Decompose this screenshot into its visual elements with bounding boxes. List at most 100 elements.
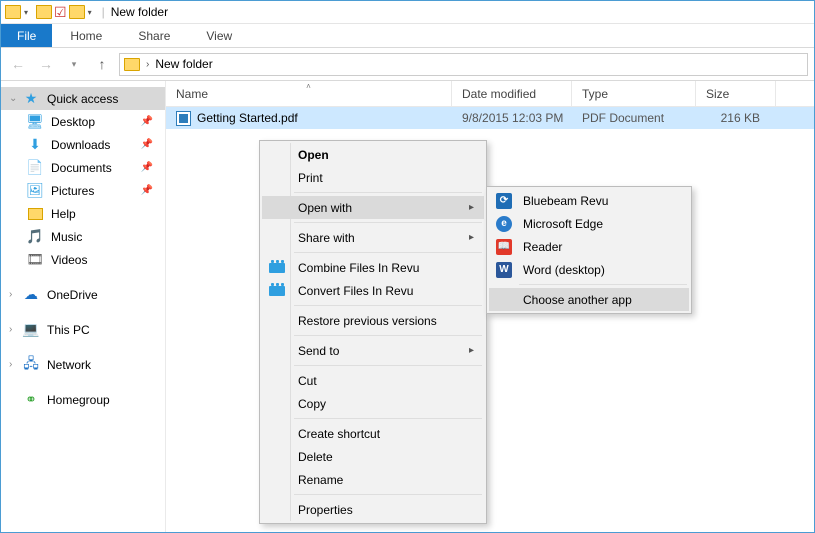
sidebar-item-label: Pictures xyxy=(51,184,94,198)
sidebar-item-quick-access[interactable]: ⌄ ★ Quick access xyxy=(1,87,165,110)
menu-item-open-with[interactable]: Open with ▸ xyxy=(262,196,484,219)
sidebar-item-label: Videos xyxy=(51,253,87,267)
column-date[interactable]: Date modified xyxy=(452,81,572,106)
sidebar-item-homegroup[interactable]: ⚭ Homegroup xyxy=(1,388,165,411)
sidebar-item-label: Quick access xyxy=(47,92,118,106)
menu-separator xyxy=(519,284,687,285)
menu-item-share-with[interactable]: Share with ▸ xyxy=(262,226,484,249)
folder-icon xyxy=(124,58,140,71)
address-bar[interactable]: › New folder xyxy=(119,53,808,76)
sidebar-item-label: Homegroup xyxy=(47,393,110,407)
open-with-submenu: ⟳ Bluebeam Revu e Microsoft Edge 📖 Reade… xyxy=(486,186,692,314)
submenu-item-label: Bluebeam Revu xyxy=(523,194,608,208)
address-location[interactable]: New folder xyxy=(155,57,212,71)
file-name: Getting Started.pdf xyxy=(197,111,298,125)
sidebar-item-music[interactable]: 🎵 Music xyxy=(1,225,165,248)
tab-home[interactable]: Home xyxy=(52,24,120,47)
menu-item-cut[interactable]: Cut xyxy=(262,369,484,392)
check-icon[interactable]: ☑ xyxy=(54,4,67,21)
sidebar-item-help[interactable]: Help xyxy=(1,202,165,225)
pictures-icon: 🖼 xyxy=(27,183,43,199)
tab-view[interactable]: View xyxy=(188,24,250,47)
recent-dropdown[interactable]: ▾ xyxy=(63,53,85,75)
menu-item-restore[interactable]: Restore previous versions xyxy=(262,309,484,332)
document-icon: 📄 xyxy=(27,160,43,176)
menu-separator xyxy=(294,494,482,495)
nav-bar: ← → ▾ ↑ › New folder xyxy=(1,48,814,81)
sort-indicator-icon: ˄ xyxy=(306,82,311,91)
menu-item-rename[interactable]: Rename xyxy=(262,468,484,491)
quick-access-toolbar: ▾ ☑ ▾ xyxy=(1,4,96,21)
homegroup-icon: ⚭ xyxy=(23,392,39,408)
bluebeam-icon xyxy=(268,259,286,277)
sidebar-item-onedrive[interactable]: › ☁ OneDrive xyxy=(1,283,165,306)
menu-item-label: Send to xyxy=(298,344,339,358)
caret-down-icon[interactable]: ▾ xyxy=(24,8,28,17)
context-menu: Open Print Open with ▸ Share with ▸ Comb… xyxy=(259,140,487,524)
menu-item-delete[interactable]: Delete xyxy=(262,445,484,468)
download-icon: ⬇ xyxy=(27,137,43,153)
menu-item-shortcut[interactable]: Create shortcut xyxy=(262,422,484,445)
column-name[interactable]: Name ˄ xyxy=(166,81,452,106)
menu-item-copy[interactable]: Copy xyxy=(262,392,484,415)
folder-icon xyxy=(27,206,43,222)
column-type[interactable]: Type xyxy=(572,81,696,106)
network-icon: 🖧 xyxy=(23,357,39,373)
menu-separator xyxy=(294,418,482,419)
sidebar-item-downloads[interactable]: ⬇ Downloads xyxy=(1,133,165,156)
title-bar: ▾ ☑ ▾ | New folder xyxy=(1,1,814,24)
chevron-right-icon[interactable]: › xyxy=(9,359,12,370)
sidebar-item-label: Documents xyxy=(51,161,112,175)
menu-item-label: Open with xyxy=(298,201,352,215)
folder-icon xyxy=(5,5,21,19)
sidebar-item-pictures[interactable]: 🖼 Pictures xyxy=(1,179,165,202)
tab-share[interactable]: Share xyxy=(120,24,188,47)
column-headers: Name ˄ Date modified Type Size xyxy=(166,81,814,107)
submenu-item-word[interactable]: W Word (desktop) xyxy=(489,258,689,281)
submenu-item-reader[interactable]: 📖 Reader xyxy=(489,235,689,258)
up-button[interactable]: ↑ xyxy=(91,53,113,75)
desktop-icon: 🖥 xyxy=(27,114,43,130)
column-size[interactable]: Size xyxy=(696,81,776,106)
menu-item-label: Convert Files In Revu xyxy=(298,284,413,298)
caret-down-icon[interactable]: ▾ xyxy=(88,8,92,17)
submenu-item-label: Word (desktop) xyxy=(523,263,605,277)
sidebar-item-desktop[interactable]: 🖥 Desktop xyxy=(1,110,165,133)
submenu-item-edge[interactable]: e Microsoft Edge xyxy=(489,212,689,235)
submenu-item-bluebeam[interactable]: ⟳ Bluebeam Revu xyxy=(489,189,689,212)
ribbon-tabs: File Home Share View xyxy=(1,24,814,48)
menu-item-combine[interactable]: Combine Files In Revu xyxy=(262,256,484,279)
menu-item-open[interactable]: Open xyxy=(262,143,484,166)
music-icon: 🎵 xyxy=(27,229,43,245)
menu-separator xyxy=(294,305,482,306)
video-icon: 🎞 xyxy=(27,252,43,268)
back-button[interactable]: ← xyxy=(7,53,29,75)
file-size: 216 KB xyxy=(696,111,776,125)
sidebar-item-this-pc[interactable]: › 💻 This PC xyxy=(1,318,165,341)
menu-item-send-to[interactable]: Send to ▸ xyxy=(262,339,484,362)
file-date: 9/8/2015 12:03 PM xyxy=(452,111,572,125)
window-title: New folder xyxy=(111,5,168,19)
sidebar-item-network[interactable]: › 🖧 Network xyxy=(1,353,165,376)
menu-separator xyxy=(294,252,482,253)
file-row[interactable]: Getting Started.pdf 9/8/2015 12:03 PM PD… xyxy=(166,107,814,129)
sidebar-item-label: OneDrive xyxy=(47,288,98,302)
submenu-item-label: Reader xyxy=(523,240,562,254)
chevron-right-icon[interactable]: › xyxy=(146,59,149,70)
sidebar-item-documents[interactable]: 📄 Documents xyxy=(1,156,165,179)
submenu-item-choose-app[interactable]: Choose another app xyxy=(489,288,689,311)
menu-item-convert[interactable]: Convert Files In Revu xyxy=(262,279,484,302)
tab-file[interactable]: File xyxy=(1,24,52,47)
menu-separator xyxy=(294,192,482,193)
star-icon: ★ xyxy=(23,91,39,107)
folder-icon xyxy=(69,5,85,19)
menu-separator xyxy=(294,222,482,223)
chevron-right-icon[interactable]: › xyxy=(9,289,12,300)
sidebar-item-videos[interactable]: 🎞 Videos xyxy=(1,248,165,271)
menu-item-properties[interactable]: Properties xyxy=(262,498,484,521)
chevron-right-icon[interactable]: › xyxy=(9,324,12,335)
chevron-down-icon[interactable]: ⌄ xyxy=(9,93,17,104)
forward-button[interactable]: → xyxy=(35,53,57,75)
menu-item-print[interactable]: Print xyxy=(262,166,484,189)
sidebar-item-label: Downloads xyxy=(51,138,110,152)
